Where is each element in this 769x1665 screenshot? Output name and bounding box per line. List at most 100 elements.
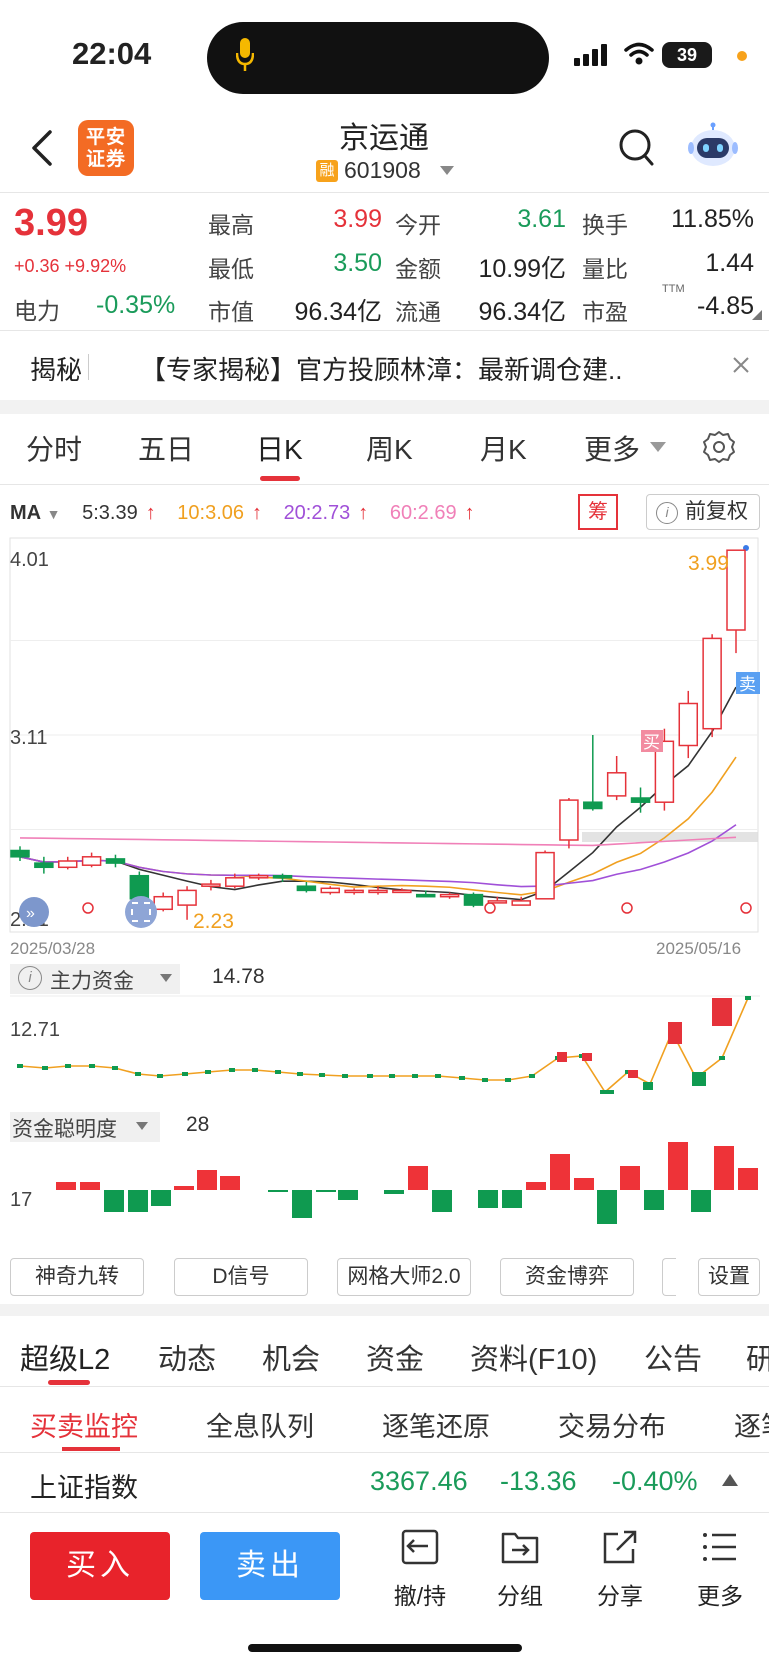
- chevron-down-icon[interactable]: [650, 442, 666, 452]
- fund-tick: [412, 1074, 418, 1078]
- candle-body: [702, 637, 722, 730]
- stock-code[interactable]: 601908: [344, 157, 421, 184]
- expand-corner-icon[interactable]: [752, 310, 762, 320]
- kline-chart[interactable]: 4.01 3.11 2.21 2.23 3.99 2025/03/28 2025…: [0, 536, 769, 956]
- fund-tick: [319, 1073, 325, 1077]
- fund-tick: [89, 1064, 95, 1068]
- sector-label[interactable]: 电力: [14, 292, 60, 326]
- tab-daily-k[interactable]: 日K: [256, 428, 303, 468]
- group-button[interactable]: 分组: [480, 1528, 560, 1611]
- subtab-trade-distribution[interactable]: 交易分布: [558, 1405, 666, 1444]
- home-indicator: [248, 1644, 522, 1652]
- tab-announcement[interactable]: 公告: [644, 1336, 702, 1378]
- index-name[interactable]: 上证指数: [30, 1466, 138, 1505]
- chevron-down-icon[interactable]: [160, 974, 172, 982]
- candle-body: [10, 849, 30, 858]
- candle-body: [105, 858, 126, 864]
- quote-value: 3.99: [333, 205, 382, 233]
- ma-lines: [19, 545, 752, 914]
- tab-5day[interactable]: 五日: [138, 428, 194, 468]
- candle-body: [511, 900, 531, 906]
- tab-opportunity[interactable]: 机会: [262, 1336, 320, 1378]
- fund-tick: [135, 1072, 141, 1076]
- subtab-queue[interactable]: 全息队列: [206, 1405, 314, 1444]
- candle-body: [153, 895, 173, 911]
- tab-research[interactable]: 研: [746, 1336, 769, 1378]
- indicator-fund-game[interactable]: 资金博弈: [500, 1258, 634, 1296]
- broker-logo[interactable]: 平安 证券: [78, 120, 134, 176]
- indicator-magic-nine[interactable]: 神奇九转: [10, 1258, 144, 1296]
- quote-value: -4.85: [697, 292, 754, 320]
- ma-label[interactable]: MA ▼: [10, 502, 69, 524]
- info-icon[interactable]: i: [656, 502, 678, 524]
- info-icon[interactable]: i: [18, 966, 42, 990]
- active-tab-indicator: [48, 1380, 90, 1385]
- quote-value: 11.85%: [671, 205, 754, 233]
- tab-dynamics[interactable]: 动态: [158, 1336, 216, 1378]
- candle-body: [34, 862, 54, 869]
- indicator-more[interactable]: [662, 1258, 676, 1296]
- tab-more[interactable]: 更多: [584, 428, 640, 468]
- signal-icon: [574, 44, 607, 66]
- chevron-down-icon[interactable]: [440, 166, 454, 175]
- stock-name: 京运通: [339, 122, 429, 155]
- search-icon[interactable]: [618, 128, 656, 168]
- tab-intraday[interactable]: 分时: [26, 428, 82, 468]
- price-change: +0.36 +9.92%: [14, 256, 127, 276]
- sector-change[interactable]: -0.35%: [96, 291, 175, 320]
- news-ticker[interactable]: 【专家揭秘】官方投顾林漳：最新调仓建..: [140, 350, 700, 387]
- chevron-down-icon[interactable]: [136, 1122, 148, 1130]
- margin-badge: 融: [316, 160, 338, 182]
- candle-body: [57, 860, 78, 869]
- tab-f10[interactable]: 资料(F10): [470, 1336, 597, 1378]
- tab-super-l2[interactable]: 超级L2: [20, 1336, 110, 1378]
- tab-fund[interactable]: 资金: [366, 1336, 424, 1378]
- status-time: 22:04: [72, 36, 152, 71]
- low-price-label: 2.23: [193, 910, 234, 933]
- indicator-grid-master[interactable]: 网格大师2.0: [337, 1258, 471, 1296]
- smart-bar: [151, 1190, 171, 1206]
- fund-tick: [157, 1074, 163, 1078]
- privacy-indicator: [737, 51, 747, 61]
- candle-body: [296, 885, 317, 892]
- fund-bar: [557, 1052, 567, 1062]
- sell-button[interactable]: 卖出: [200, 1532, 340, 1600]
- fund-tick: [342, 1074, 348, 1078]
- subtab-tick-replay[interactable]: 逐笔还原: [382, 1405, 490, 1444]
- sell-marker: 卖: [739, 675, 756, 694]
- fund-bar: [668, 1022, 682, 1044]
- expand-up-icon[interactable]: [722, 1474, 738, 1486]
- signal-marker: [82, 902, 94, 914]
- subtab-trade-monitor[interactable]: 买卖监控: [30, 1405, 138, 1444]
- cancel-hold-button[interactable]: 撤/持: [380, 1528, 460, 1611]
- smart-bar: [408, 1166, 428, 1190]
- fund-line: [19, 997, 749, 1094]
- section-divider: [0, 400, 769, 414]
- buy-button[interactable]: 买入: [30, 1532, 170, 1600]
- candle-body: [81, 856, 102, 866]
- gear-icon[interactable]: [702, 430, 736, 464]
- quote-value: 10.99亿: [478, 255, 566, 283]
- smart-bar: [384, 1190, 404, 1194]
- date-end: 2025/05/16: [656, 939, 741, 956]
- subtab-tick[interactable]: 逐笔: [734, 1405, 769, 1444]
- tab-weekly-k[interactable]: 周K: [366, 428, 413, 468]
- fund-tick: [719, 1056, 725, 1060]
- indicator-d-signal[interactable]: D信号: [174, 1258, 308, 1296]
- fund-tick: [42, 1066, 48, 1070]
- back-icon[interactable]: [28, 128, 58, 168]
- fund-tick: [275, 1070, 281, 1074]
- news-label[interactable]: 揭秘: [30, 350, 82, 387]
- candle-body: [201, 883, 221, 887]
- fund-tick: [529, 1074, 535, 1078]
- more-button[interactable]: 更多: [680, 1528, 760, 1611]
- fund-tick: [252, 1068, 258, 1072]
- indicator-settings[interactable]: 设置: [698, 1258, 760, 1296]
- robot-assistant-icon[interactable]: [688, 122, 738, 170]
- share-button[interactable]: 分享: [580, 1528, 660, 1611]
- candle-body: [248, 874, 269, 879]
- chip-distribution-button[interactable]: 筹: [578, 494, 618, 530]
- tab-monthly-k[interactable]: 月K: [480, 428, 527, 468]
- close-icon[interactable]: [732, 356, 750, 374]
- fund-tick: [745, 996, 751, 1000]
